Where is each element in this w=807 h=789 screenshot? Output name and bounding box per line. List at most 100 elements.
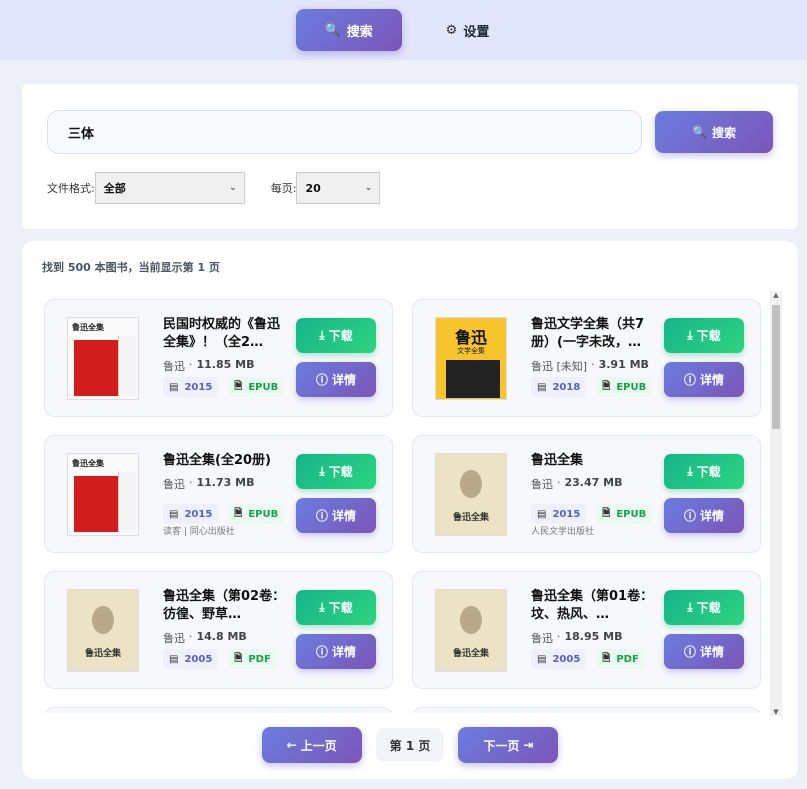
search-button-label: 搜索 (711, 125, 736, 140)
info-icon: ⓘ (315, 645, 328, 659)
download-button[interactable]: ⤓ 下载 (664, 318, 744, 353)
detail-button[interactable]: ⓘ 详情 (296, 634, 376, 669)
format-select[interactable]: 全部 ⌄ (94, 172, 245, 204)
format-badge: 🗎 PDF (228, 649, 277, 669)
chevron-down-icon: ⌄ (229, 183, 237, 193)
book-badges: ▤ 2005 🗎 PDF (163, 649, 277, 669)
book-badges: ▤ 2005 🗎 PDF (531, 649, 645, 669)
book-title[interactable]: 民国时权威的《鲁迅全集》！（全2… (163, 316, 287, 352)
download-button[interactable]: ⤓ 下载 (296, 454, 376, 489)
book-cover[interactable]: 鲁迅全集 (67, 317, 139, 400)
book-cover[interactable]: 鲁迅全集 (67, 453, 139, 536)
next-page-button[interactable]: 下一页 ⇥ (458, 727, 559, 763)
download-label: 下载 (696, 601, 721, 615)
book-format: PDF (616, 653, 639, 665)
search-input[interactable] (47, 110, 642, 154)
book-title[interactable]: 鲁迅全集（第01卷：坟、热风、… (531, 588, 655, 624)
nav-search-tab[interactable]: 🔍 搜索 (295, 9, 402, 51)
book-cover[interactable]: 鲁迅全集 (435, 453, 507, 536)
book-format: EPUB (616, 381, 647, 393)
download-button[interactable]: ⤓ 下载 (664, 454, 744, 489)
book-card[interactable]: 鲁迅全集 鲁迅全集(全20册) 鲁迅 · 11.73 MB ▤ 2015 🗎 EPUB 读客 | … (44, 435, 393, 553)
perpage-select[interactable]: 20 ⌄ (296, 172, 381, 204)
scroll-down-icon[interactable]: ▼ (770, 708, 782, 716)
book-year: 2015 (184, 508, 213, 520)
scrollbar-thumb[interactable] (772, 305, 780, 429)
book-card[interactable]: 鲁迅全集 鲁迅全集 鲁迅 · 23.47 MB ▤ 2015 🗎 EPUB 人民文学出版社 ⤓ 下载 ⓘ… (412, 435, 761, 553)
download-button[interactable]: ⤓ 下载 (664, 590, 744, 625)
book-cover[interactable]: 鲁迅全集 (435, 589, 507, 672)
search-button[interactable]: 🔍 搜索 (655, 111, 773, 153)
info-icon: ⓘ (315, 373, 328, 387)
book-size: 14.8 MB (196, 630, 247, 643)
results-scrollbar[interactable]: ▲ ▼ (770, 291, 782, 716)
book-year: 2018 (552, 381, 581, 393)
results-summary: 找到 500 本图书，当前显示第 1 页 (42, 261, 220, 274)
year-badge: ▤ 2015 (531, 504, 587, 524)
download-icon: ⤓ (687, 328, 693, 342)
book-card[interactable] (412, 707, 761, 713)
book-year: 2005 (552, 653, 581, 665)
format-badge: 🗎 EPUB (228, 504, 285, 524)
download-label: 下载 (328, 601, 353, 615)
results-panel: 找到 500 本图书，当前显示第 1 页 鲁迅全集 民国时权威的《鲁迅全集》！（全… (22, 241, 798, 779)
file-icon: 🗎 (234, 652, 243, 664)
file-icon: 🗎 (234, 380, 243, 392)
format-badge: 🗎 PDF (596, 649, 645, 669)
book-author: 鲁迅 [未知] (531, 360, 588, 373)
book-author: 鲁迅 (531, 478, 553, 491)
file-icon: 🗎 (602, 652, 611, 664)
book-card[interactable]: 鲁迅全集 民国时权威的《鲁迅全集》！（全2… 鲁迅 · 11.85 MB ▤ 2015 🗎 EP… (44, 299, 393, 417)
calendar-icon: ▤ (537, 653, 547, 665)
download-button[interactable]: ⤓ 下载 (296, 590, 376, 625)
meta-separator: · (557, 476, 561, 489)
book-card[interactable]: 鲁迅 文学全集 鲁迅文学全集（共7册）(一字未改，… 鲁迅 [未知] · 3.91 MB ▤… (412, 299, 761, 417)
book-cover[interactable]: 鲁迅全集 (67, 589, 139, 672)
book-meta: 鲁迅 · 11.85 MB (163, 358, 254, 374)
search-icon: 🔍 (324, 22, 341, 38)
filter-row: 文件格式: 全部 ⌄ 每页: 20 ⌄ (47, 172, 381, 204)
detail-label: 详情 (332, 373, 357, 387)
book-title[interactable]: 鲁迅全集（第02卷：彷徨、野草… (163, 588, 287, 624)
search-panel: 🔍 搜索 文件格式: 全部 ⌄ 每页: 20 ⌄ (22, 84, 798, 229)
prev-page-button[interactable]: ← 上一页 (261, 727, 362, 763)
detail-button[interactable]: ⓘ 详情 (664, 498, 744, 533)
book-title[interactable]: 鲁迅全集(全20册) (163, 452, 287, 470)
nav-settings-tab[interactable]: ⚙ 设置 (424, 9, 512, 51)
book-title[interactable]: 鲁迅文学全集（共7册）(一字未改，… (531, 316, 655, 352)
format-label: 文件格式: (47, 182, 95, 195)
detail-button[interactable]: ⓘ 详情 (664, 634, 744, 669)
book-card[interactable]: 鲁迅全集 鲁迅全集（第01卷：坟、热风、… 鲁迅 · 18.95 MB ▤ 2005 🗎 PDF… (412, 571, 761, 689)
meta-separator: · (557, 630, 561, 643)
detail-button[interactable]: ⓘ 详情 (296, 362, 376, 397)
book-cover[interactable]: 鲁迅 文学全集 (435, 317, 507, 400)
meta-separator: · (591, 358, 595, 371)
book-size: 18.95 MB (564, 630, 623, 643)
book-title[interactable]: 鲁迅全集 (531, 452, 655, 470)
detail-button[interactable]: ⓘ 详情 (664, 362, 744, 397)
book-meta: 鲁迅 [未知] · 3.91 MB (531, 358, 649, 374)
scroll-up-icon[interactable]: ▲ (770, 291, 782, 299)
download-icon: ⤓ (319, 464, 325, 478)
cover-text: 鲁迅全集 (72, 459, 104, 468)
download-button[interactable]: ⤓ 下载 (296, 318, 376, 353)
book-card[interactable]: 鲁迅全集 鲁迅全集（第02卷：彷徨、野草… 鲁迅 · 14.8 MB ▤ 2005 🗎 PDF ⤓… (44, 571, 393, 689)
download-label: 下载 (328, 465, 353, 479)
detail-button[interactable]: ⓘ 详情 (296, 498, 376, 533)
cover-text: 鲁迅全集 (452, 513, 489, 523)
perpage-label: 每页: (270, 182, 297, 195)
calendar-icon: ▤ (169, 508, 179, 520)
results-grid[interactable]: 鲁迅全集 民国时权威的《鲁迅全集》！（全2… 鲁迅 · 11.85 MB ▤ 2015 🗎 EP… (44, 299, 762, 713)
book-card[interactable] (44, 707, 393, 713)
info-icon: ⓘ (683, 373, 696, 387)
format-select-value: 全部 (103, 182, 126, 195)
book-year: 2015 (184, 381, 213, 393)
download-icon: ⤓ (319, 600, 325, 614)
detail-label: 详情 (332, 509, 357, 523)
book-badges: ▤ 2018 🗎 EPUB (531, 377, 653, 397)
cover-subtext: 文学全集 (457, 347, 485, 355)
page-indicator: 第 1 页 (375, 728, 445, 762)
cover-text: 鲁迅全集 (84, 649, 121, 659)
book-meta: 鲁迅 · 18.95 MB (531, 630, 622, 646)
year-badge: ▤ 2018 (531, 377, 587, 397)
